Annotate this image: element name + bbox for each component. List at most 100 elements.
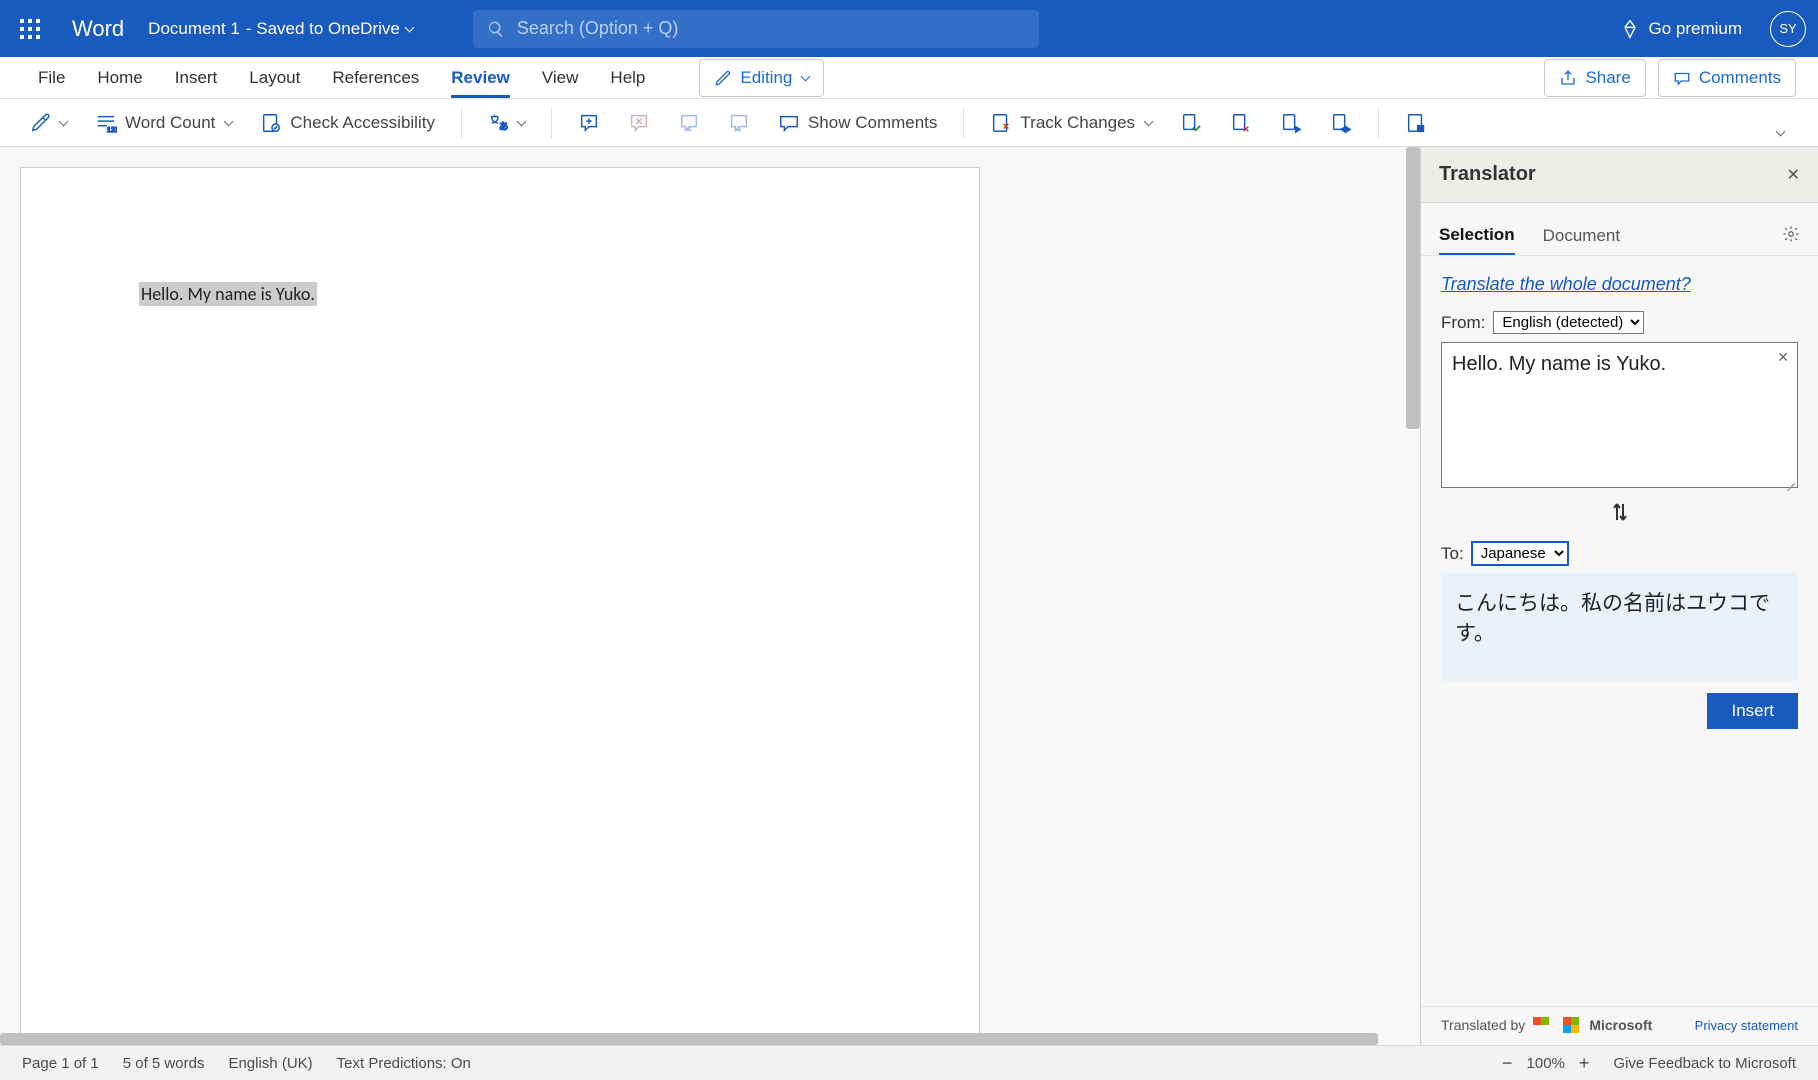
new-comment-button[interactable] bbox=[570, 105, 608, 141]
swap-languages-button[interactable] bbox=[1441, 498, 1798, 526]
panel-footer: Translated by Microsoft Privacy statemen… bbox=[1421, 1006, 1818, 1045]
editing-mode-label: Editing bbox=[740, 68, 792, 88]
ribbon-expand-button[interactable] bbox=[1765, 124, 1796, 142]
microsoft-brand: Microsoft bbox=[1589, 1017, 1652, 1033]
svg-text:123: 123 bbox=[107, 125, 117, 134]
linked-notes-button[interactable]: in bbox=[1397, 105, 1435, 141]
from-language-row: From: English (detected) bbox=[1441, 311, 1798, 334]
tab-file[interactable]: File bbox=[22, 57, 81, 98]
editing-mode-button[interactable]: Editing bbox=[699, 59, 824, 97]
status-bar: Page 1 of 1 5 of 5 words English (UK) Te… bbox=[0, 1045, 1818, 1080]
horizontal-scrollbar-thumb[interactable] bbox=[0, 1033, 1378, 1045]
chevron-down-icon bbox=[59, 117, 69, 127]
previous-change-button[interactable] bbox=[1272, 105, 1310, 141]
source-text: Hello. My name is Yuko. bbox=[1452, 353, 1666, 375]
gear-icon[interactable] bbox=[1782, 225, 1800, 248]
panel-tabs: Selection Document bbox=[1421, 203, 1818, 256]
svg-text:あ: あ bbox=[499, 121, 508, 131]
text-predictions-status[interactable]: Text Predictions: On bbox=[337, 1055, 471, 1072]
tab-row: File Home Insert Layout References Revie… bbox=[0, 57, 1818, 99]
target-text-box: こんにちは。私の名前はユウコです。 bbox=[1441, 573, 1798, 681]
tab-review[interactable]: Review bbox=[435, 57, 526, 98]
translate-button[interactable]: あ bbox=[480, 105, 533, 141]
show-comments-button[interactable]: Show Comments bbox=[770, 105, 945, 141]
svg-text:in: in bbox=[1419, 126, 1423, 132]
title-bar: Word Document 1 - Saved to OneDrive Sear… bbox=[0, 0, 1818, 57]
translator-panel: Translator ✕ Selection Document Translat… bbox=[1420, 147, 1818, 1045]
check-accessibility-button[interactable]: Check Accessibility bbox=[252, 105, 443, 141]
chevron-down-icon bbox=[517, 117, 527, 127]
show-comments-label: Show Comments bbox=[808, 113, 937, 133]
tab-layout[interactable]: Layout bbox=[233, 57, 316, 98]
track-changes-button[interactable]: Track Changes bbox=[982, 105, 1160, 141]
chevron-down-icon bbox=[1144, 117, 1154, 127]
from-label: From: bbox=[1441, 313, 1485, 333]
next-comment-button bbox=[720, 105, 758, 141]
zoom-level[interactable]: 100% bbox=[1527, 1055, 1565, 1072]
delete-comment-button bbox=[620, 105, 658, 141]
microsoft-logo-icon bbox=[1533, 1017, 1549, 1033]
insert-button[interactable]: Insert bbox=[1707, 693, 1798, 729]
go-premium-button[interactable]: Go premium bbox=[1620, 19, 1742, 39]
tab-references[interactable]: References bbox=[316, 57, 435, 98]
document-selected-text[interactable]: Hello. My name is Yuko. bbox=[139, 282, 317, 306]
check-accessibility-label: Check Accessibility bbox=[290, 113, 435, 133]
to-language-row: To: Japanese bbox=[1441, 542, 1798, 565]
horizontal-scrollbar-track[interactable] bbox=[0, 1033, 1406, 1045]
panel-tab-selection[interactable]: Selection bbox=[1439, 217, 1515, 255]
source-text-box[interactable]: Hello. My name is Yuko. ✕ bbox=[1441, 342, 1798, 488]
comments-pane-button[interactable]: Comments bbox=[1658, 59, 1796, 97]
word-count-status[interactable]: 5 of 5 words bbox=[123, 1055, 205, 1072]
divider bbox=[1378, 108, 1379, 138]
app-launcher-icon[interactable] bbox=[12, 11, 48, 47]
word-count-button[interactable]: 123 Word Count bbox=[87, 105, 240, 141]
app-name: Word bbox=[72, 16, 124, 42]
clear-source-icon[interactable]: ✕ bbox=[1777, 349, 1789, 366]
accept-change-button[interactable] bbox=[1172, 105, 1210, 141]
workspace: Hello. My name is Yuko. Translator ✕ Sel… bbox=[0, 147, 1818, 1045]
translated-by-label: Translated by bbox=[1441, 1017, 1525, 1033]
search-input[interactable]: Search (Option + Q) bbox=[473, 10, 1039, 48]
share-label: Share bbox=[1585, 68, 1630, 88]
zoom-out-button[interactable]: − bbox=[1502, 1053, 1513, 1074]
panel-header: Translator ✕ bbox=[1421, 147, 1818, 203]
divider bbox=[551, 108, 552, 138]
tab-help[interactable]: Help bbox=[594, 57, 661, 98]
avatar-initials: SY bbox=[1779, 21, 1796, 36]
privacy-link[interactable]: Privacy statement bbox=[1695, 1018, 1798, 1033]
search-placeholder: Search (Option + Q) bbox=[517, 18, 679, 39]
language-status[interactable]: English (UK) bbox=[228, 1055, 312, 1072]
close-icon[interactable]: ✕ bbox=[1787, 165, 1800, 185]
panel-body: Translate the whole document? From: Engl… bbox=[1421, 256, 1818, 1006]
page-count[interactable]: Page 1 of 1 bbox=[22, 1055, 99, 1072]
reject-change-button[interactable] bbox=[1222, 105, 1260, 141]
panel-tab-document[interactable]: Document bbox=[1543, 218, 1620, 254]
chevron-down-icon bbox=[224, 117, 234, 127]
track-changes-label: Track Changes bbox=[1020, 113, 1135, 133]
document-canvas[interactable]: Hello. My name is Yuko. bbox=[0, 147, 1420, 1045]
document-page[interactable]: Hello. My name is Yuko. bbox=[20, 167, 980, 1045]
resize-handle-icon[interactable] bbox=[1785, 475, 1795, 485]
previous-comment-button bbox=[670, 105, 708, 141]
tab-insert[interactable]: Insert bbox=[159, 57, 234, 98]
doc-name-chevron-icon[interactable] bbox=[406, 24, 413, 33]
comments-label: Comments bbox=[1699, 68, 1781, 88]
document-name[interactable]: Document 1 bbox=[148, 19, 240, 39]
to-language-select[interactable]: Japanese bbox=[1472, 542, 1568, 565]
tab-home[interactable]: Home bbox=[81, 57, 158, 98]
user-avatar[interactable]: SY bbox=[1770, 11, 1806, 47]
ribbon: 123 Word Count Check Accessibility あ Sho… bbox=[0, 99, 1818, 147]
editor-button[interactable] bbox=[22, 105, 75, 141]
next-change-button[interactable] bbox=[1322, 105, 1360, 141]
chevron-down-icon bbox=[801, 72, 811, 82]
vertical-scrollbar[interactable] bbox=[1406, 147, 1420, 429]
microsoft-logo-icon-2 bbox=[1563, 1017, 1579, 1033]
divider bbox=[461, 108, 462, 138]
share-button[interactable]: Share bbox=[1544, 59, 1645, 97]
feedback-link[interactable]: Give Feedback to Microsoft bbox=[1613, 1055, 1796, 1072]
translate-whole-doc-link[interactable]: Translate the whole document? bbox=[1441, 274, 1691, 294]
save-status: - Saved to OneDrive bbox=[246, 19, 400, 39]
from-language-select[interactable]: English (detected) bbox=[1493, 311, 1644, 334]
tab-view[interactable]: View bbox=[526, 57, 595, 98]
zoom-in-button[interactable]: + bbox=[1579, 1053, 1590, 1074]
